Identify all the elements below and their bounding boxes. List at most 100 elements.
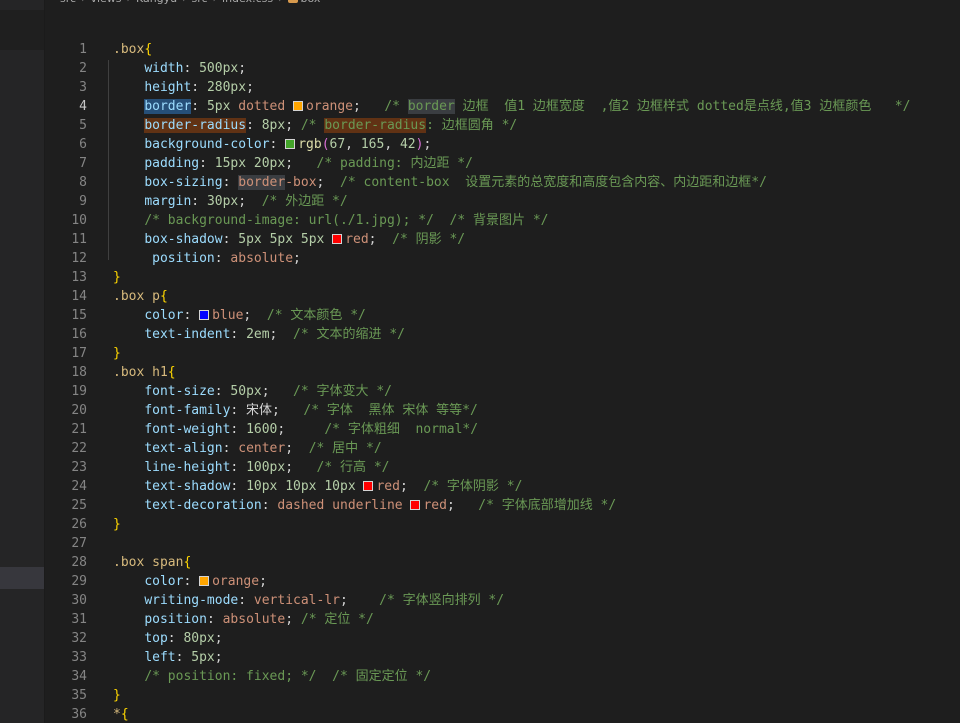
code-token: 280px (206, 80, 247, 95)
breadcrumb-item[interactable]: box (301, 0, 321, 5)
code-line[interactable]: 18 .box h1{ (45, 363, 960, 382)
code-line[interactable]: 4 border: 5px dotted orange; /* border 边… (45, 97, 960, 116)
color-swatch-icon[interactable] (293, 101, 304, 111)
code-token: rgb (298, 137, 322, 152)
color-swatch-icon[interactable] (363, 481, 374, 491)
code-token: 165 (360, 137, 385, 152)
code-line[interactable]: 1 .box{ (45, 40, 960, 59)
code-line[interactable]: 9 margin: 30px; /* 外边距 */ (45, 192, 960, 211)
breadcrumb-item[interactable]: src (192, 0, 208, 5)
code-token: /* 字体 黑体 宋体 等等*/ (303, 403, 478, 418)
code-line[interactable]: 26} (45, 515, 960, 534)
code-content: height: 280px; (113, 78, 254, 97)
code-line[interactable]: 10 /* background-image: url(./1.jpg); */… (45, 211, 960, 230)
code-line[interactable]: 34 /* position: fixed; */ /* 固定定位 */ (45, 667, 960, 686)
code-token: /* 定位 */ (300, 612, 374, 627)
code-line[interactable]: 5 border-radius: 8px; /* border-radius: … (45, 116, 960, 135)
code-line[interactable]: 24 text-shadow: 10px 10px 10px red; /* 字… (45, 477, 960, 496)
code-line[interactable]: 14 .box p{ (45, 287, 960, 306)
side-bar-selected-item[interactable] (0, 567, 44, 589)
code-token: ; (243, 308, 267, 323)
code-line[interactable]: 2 width: 500px; (45, 59, 960, 78)
code-line[interactable]: 15 color: blue; /* 文本颜色 */ (45, 306, 960, 325)
code-line[interactable]: 23 line-height: 100px; /* 行高 */ (45, 458, 960, 477)
code-token: position (144, 612, 207, 627)
code-line[interactable]: 32 top: 80px; (45, 629, 960, 648)
code-token: { (120, 707, 129, 722)
line-number: 32 (71, 631, 87, 646)
code-line[interactable]: 12 position: absolute; (45, 249, 960, 268)
breadcrumb-item[interactable]: index.css (222, 0, 273, 5)
code-line[interactable]: 19 font-size: 50px; /* 字体变大 */ (45, 382, 960, 401)
code-line[interactable]: 3 height: 280px; (45, 78, 960, 97)
code-token: ; (214, 650, 223, 665)
code-token: .box span (113, 555, 184, 570)
code-line[interactable]: 25 text-decoration: dashed underline red… (45, 496, 960, 515)
color-swatch-icon[interactable] (332, 234, 343, 244)
code-line[interactable]: 17} (45, 344, 960, 363)
code-token: , (345, 137, 361, 152)
code-line[interactable]: 6 background-color: rgb(67, 165, 42); (45, 135, 960, 154)
color-swatch-icon[interactable] (199, 576, 210, 586)
code-content: line-height: 100px; /* 行高 */ (113, 458, 389, 477)
chevron-right-icon: › (273, 0, 287, 5)
color-swatch-icon[interactable] (285, 139, 296, 149)
code-content: .box h1{ (113, 363, 176, 382)
code-token: : (230, 460, 247, 475)
editor-text-area[interactable]: 1 .box{2 width: 500px; 3 height: 280px; 4 b… (45, 40, 960, 723)
code-token: box-sizing (144, 175, 223, 190)
code-token: ; (353, 99, 385, 114)
code-line[interactable]: 11 box-shadow: 5px 5px 5px red; /* 阴影 */ (45, 230, 960, 249)
code-token: color (144, 574, 184, 589)
color-swatch-icon[interactable] (199, 310, 210, 320)
line-number: 19 (71, 384, 87, 399)
code-line[interactable]: 28 .box span{ (45, 553, 960, 572)
code-editor-window: src›views›Kangyu›src›index.css›box 1.box… (0, 0, 960, 723)
side-bar[interactable] (0, 0, 45, 723)
code-token: ; (446, 498, 479, 513)
line-number: 35 (71, 688, 87, 703)
code-line[interactable]: 7 padding: 15px 20px; /* padding: 内边距 */ (45, 154, 960, 173)
code-line[interactable]: 35} (45, 686, 960, 705)
code-token: absolute (230, 251, 294, 266)
code-token: font-family (144, 403, 231, 418)
breadcrumb-item[interactable]: Kangyu (136, 0, 177, 5)
code-token: top (144, 631, 168, 646)
code-line[interactable]: 16 text-indent: 2em; /* 文本的缩进 */ (45, 325, 960, 344)
breadcrumb-item[interactable]: views (90, 0, 121, 5)
code-token: line-height (144, 460, 231, 475)
code-token: : (230, 422, 247, 437)
code-token: .box h1 (113, 365, 168, 380)
color-swatch-icon[interactable] (410, 500, 421, 510)
code-line[interactable]: 13} (45, 268, 960, 287)
line-number: 30 (71, 593, 87, 608)
code-line[interactable]: 33 left: 5px; (45, 648, 960, 667)
code-token: 50px (230, 384, 262, 399)
breadcrumb-item[interactable]: src (60, 0, 76, 5)
code-line[interactable]: 20 font-family: 宋体; /* 字体 黑体 宋体 等等*/ (45, 401, 960, 420)
code-content: } (113, 268, 121, 287)
code-line[interactable]: 21 font-weight: 1600; /* 字体粗细 normal*/ (45, 420, 960, 439)
code-token: left (144, 650, 176, 665)
code-line[interactable]: 29 color: orange; (45, 572, 960, 591)
code-content: color: orange; (113, 572, 267, 591)
code-line[interactable]: 22 text-align: center; /* 居中 */ (45, 439, 960, 458)
line-number: 28 (71, 555, 87, 570)
code-line[interactable]: 36 *{ (45, 705, 960, 723)
code-line[interactable]: 8 box-sizing: border-box; /* content-box… (45, 173, 960, 192)
code-line[interactable]: 30 writing-mode: vertical-lr; /* 字体竖向排列 … (45, 591, 960, 610)
code-token: text-align (144, 441, 223, 456)
code-token: 67 (329, 137, 346, 152)
code-token: ( (321, 137, 330, 152)
code-line[interactable]: 27 (45, 534, 960, 553)
code-line[interactable]: 31 position: absolute; /* 定位 */ (45, 610, 960, 629)
code-token: border-radius (324, 118, 427, 133)
code-token: 5px (191, 650, 215, 665)
